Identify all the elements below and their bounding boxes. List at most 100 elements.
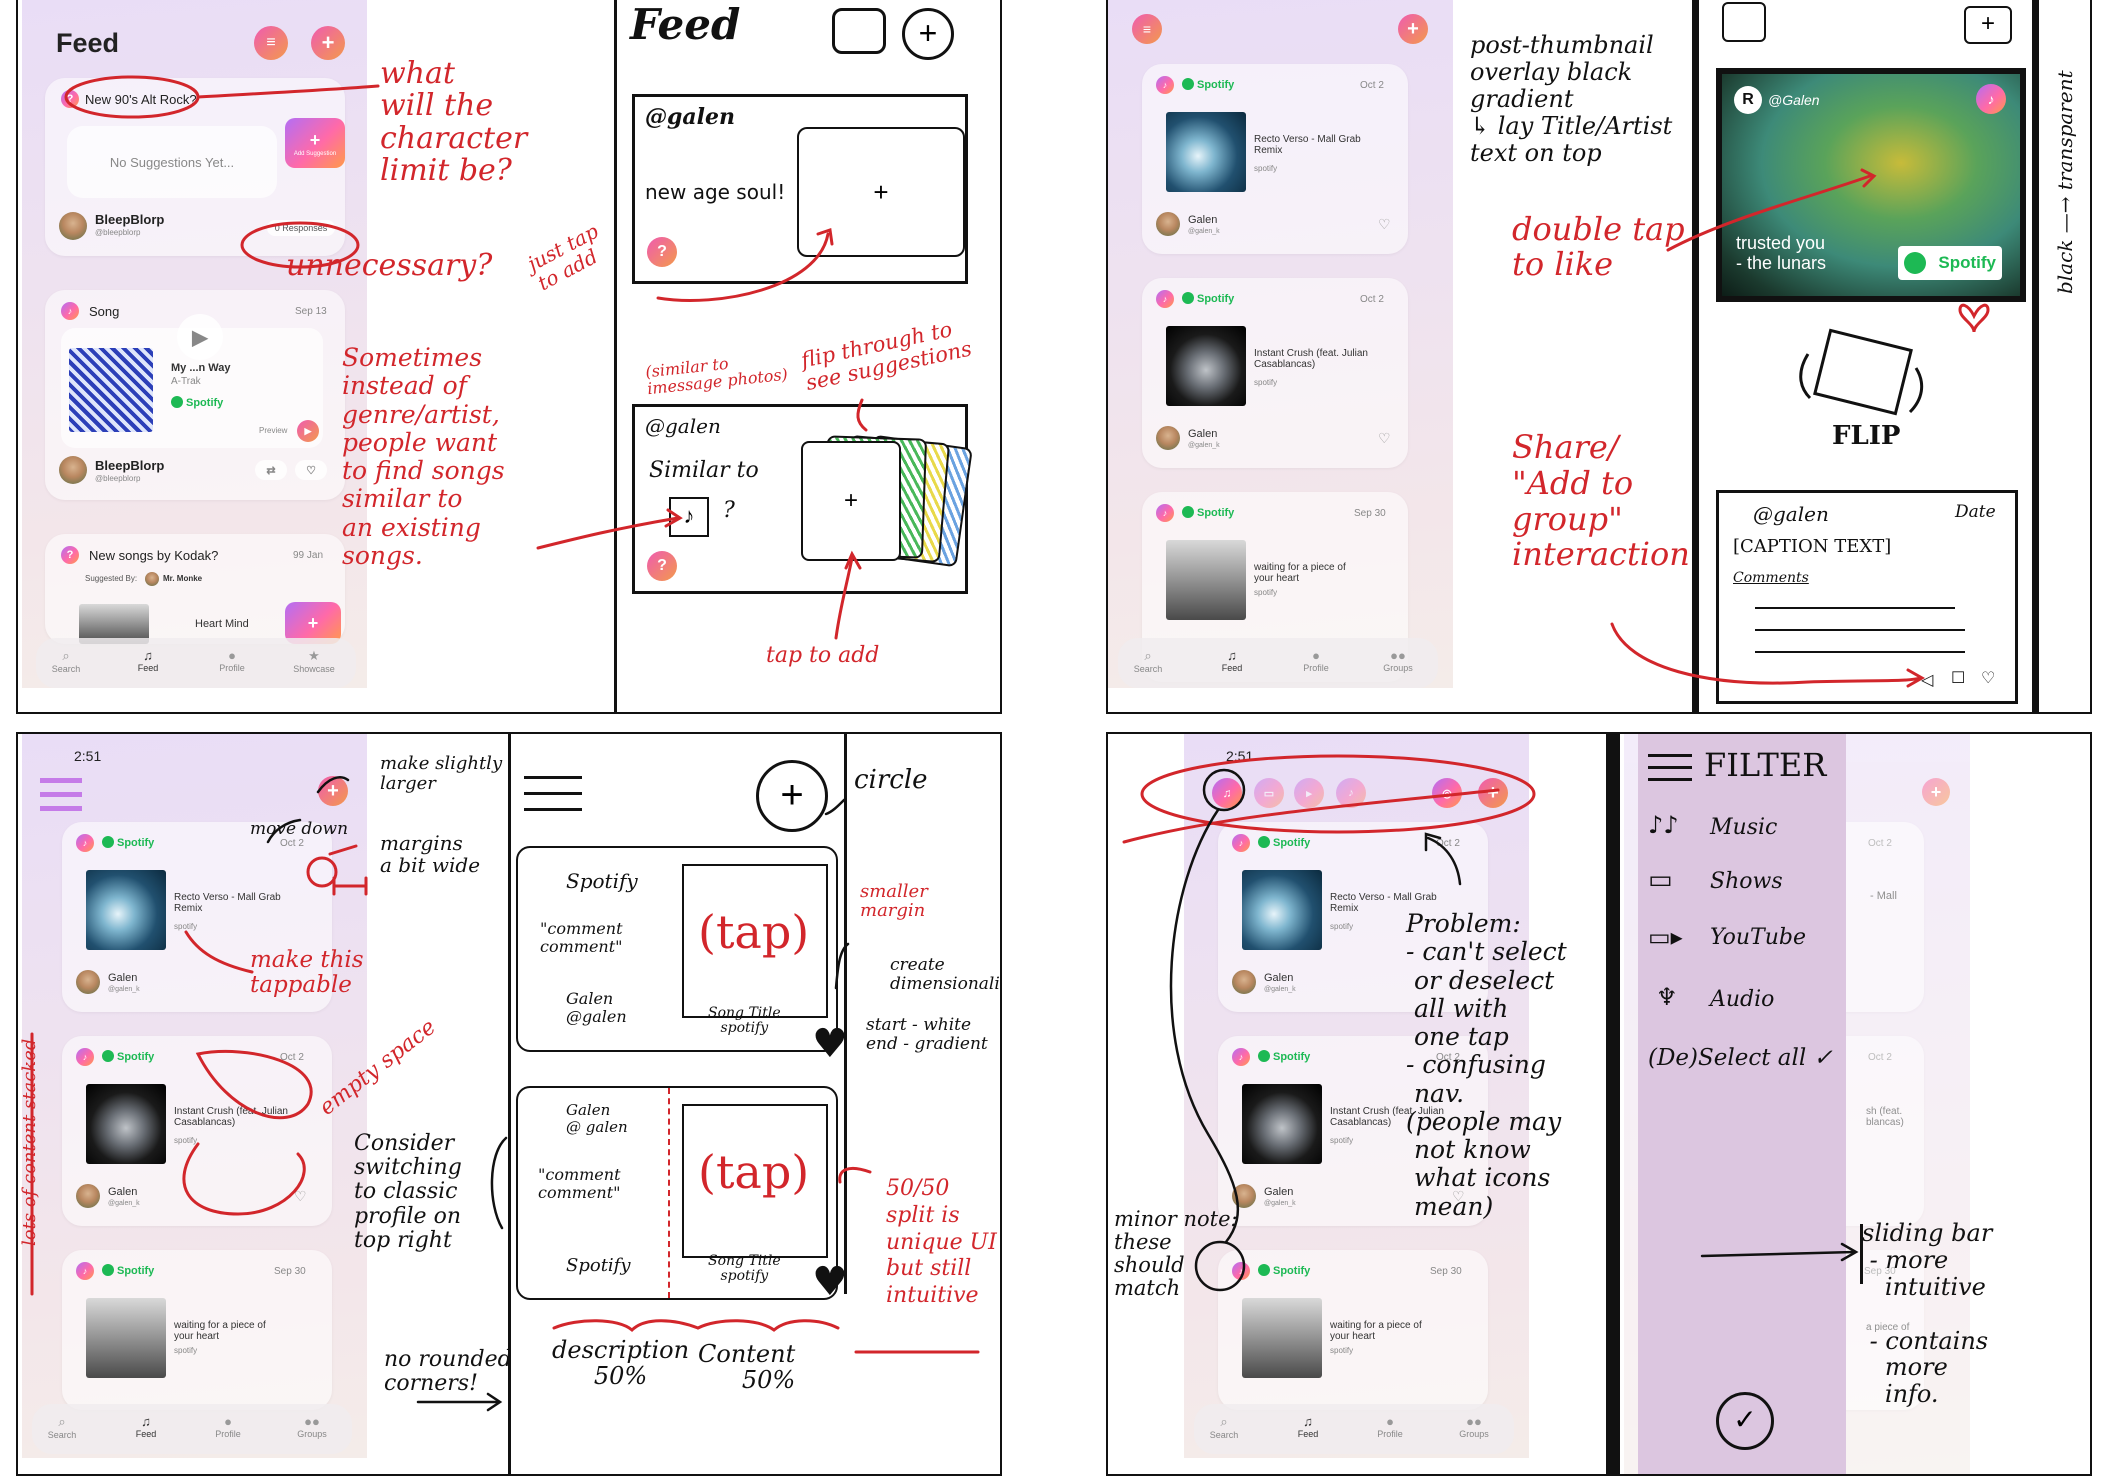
song-title: Recto Verso - Mall Grab Remix [1254, 134, 1361, 156]
select-all-icon[interactable]: ◎ [1432, 778, 1462, 808]
filter-option-music[interactable]: Music [1710, 815, 1777, 840]
spotify-icon [1904, 252, 1926, 274]
video-filter-icon[interactable]: ▸ [1294, 778, 1324, 808]
share-icon[interactable]: ◁ [1921, 671, 1933, 689]
person-icon: ● [228, 648, 236, 663]
tab-showcase[interactable]: ★ Showcase [284, 648, 344, 674]
add-button[interactable]: + [1478, 778, 1508, 808]
add-suggestion-button[interactable]: + Add Suggestion [285, 118, 345, 168]
heart-icon[interactable]: ♡ [1378, 430, 1391, 447]
filter-icon[interactable] [40, 778, 82, 812]
sketch-filter-icon [832, 8, 886, 54]
add-button[interactable]: + [318, 776, 348, 806]
tab-feed[interactable]: ♫ Feed [116, 1414, 176, 1439]
sketch-line [1755, 629, 1965, 631]
question-icon: ? [647, 551, 677, 581]
sketch-add-box[interactable]: + [801, 441, 901, 561]
tab-profile[interactable]: ● Profile [1286, 648, 1346, 673]
note-black-transparent: black —→ transparent [2053, 70, 2077, 294]
heart-icon[interactable]: ♡ [1981, 669, 1995, 687]
user-name: Galen [1188, 214, 1218, 226]
person-icon: ● [224, 1414, 232, 1429]
filter-option-youtube[interactable]: YouTube [1710, 925, 1806, 950]
tab-profile[interactable]: ● Profile [198, 1414, 258, 1439]
responses-badge[interactable]: 0 Responses [267, 220, 335, 236]
add-button[interactable]: + [311, 26, 345, 60]
user-name: Galen [1264, 1186, 1294, 1198]
note-minor: minor note: these should match [1114, 1207, 1238, 1301]
sketch-add-box[interactable]: + [797, 127, 965, 257]
avatar [1156, 212, 1180, 236]
sketch-divider [2032, 0, 2039, 712]
filter-option-shows[interactable]: Shows [1710, 869, 1783, 894]
tab-feed[interactable]: ♫ Feed [1202, 648, 1262, 673]
shows-filter-icon[interactable]: ▭ [1254, 778, 1284, 808]
brace-mark [696, 1319, 840, 1332]
sketch-comment: "comment comment" [540, 919, 623, 956]
song-post-card: ♪ Spotify Sep 30 waiting for a piece of … [62, 1250, 332, 1410]
song-title: - Mall [1870, 890, 1897, 902]
feed-icon: ♫ [1227, 648, 1237, 663]
group-icon: ●● [1390, 648, 1406, 663]
filter-select-all[interactable]: (De)Select all ✓ [1648, 1045, 1833, 1071]
post-date: Oct 2 [280, 838, 304, 849]
sketch-divider [844, 734, 847, 1294]
spotify-badge: Spotify [1258, 836, 1310, 849]
avatar [76, 1184, 100, 1208]
user-handle: @galen_k [1264, 986, 1296, 993]
add-suggestion-label: Add Suggestion [293, 150, 337, 157]
heart-icon[interactable]: ♡ [1378, 216, 1391, 233]
sketch-date: Date [1955, 502, 1996, 522]
tab-search[interactable]: ⌕ Search [36, 648, 96, 674]
heart-icon[interactable]: ♡ [294, 1188, 307, 1205]
filter-button[interactable]: ≡ [254, 26, 288, 60]
tab-groups[interactable]: ●● Groups [1444, 1414, 1504, 1439]
sketch-song-title: Song Title spotify [708, 1005, 781, 1037]
preview-play-button[interactable]: ▶ [297, 420, 319, 442]
repost-button[interactable]: ⇄ [255, 460, 287, 480]
phone-screenshot: Feed ≡ + ? New 90's Alt Rock? No Suggest… [22, 0, 367, 688]
heart-icon: ♥ [812, 1021, 848, 1067]
add-button: + [1922, 778, 1950, 806]
request-title: New 90's Alt Rock? [85, 92, 197, 107]
filter-button[interactable]: ≡ [1132, 14, 1162, 44]
filter-option-audio[interactable]: Audio [1710, 987, 1774, 1012]
post-date: Oct 2 [1360, 80, 1384, 91]
heart-icon: ♥ [812, 1259, 848, 1305]
sketch-content-box[interactable]: (tap) [682, 864, 828, 1018]
spotify-badge: Spotify [102, 836, 154, 849]
tab-search[interactable]: ⌕ Search [1118, 648, 1178, 674]
like-button[interactable]: ♡ [295, 460, 327, 480]
tab-search[interactable]: ⌕ Search [1194, 1414, 1254, 1440]
post-date: Sep 30 [1354, 508, 1386, 519]
tab-profile[interactable]: ● Profile [1360, 1414, 1420, 1439]
tab-search[interactable]: ⌕ Search [32, 1414, 92, 1440]
note-smaller-margin: smaller margin [860, 881, 928, 922]
tab-feed[interactable]: ♫ Feed [118, 648, 178, 673]
sketch-song-title: Song Title spotify [708, 1253, 781, 1285]
play-button[interactable]: ▶ [177, 314, 223, 360]
panel-feed-review: Feed ≡ + ? New 90's Alt Rock? No Suggest… [16, 0, 1002, 714]
audio-filter-icon[interactable]: ♪ [1336, 778, 1366, 808]
tab-groups[interactable]: ●● Groups [282, 1414, 342, 1439]
note-post-thumbnail: post-thumbnail overlay black gradient ↳ … [1470, 31, 1673, 167]
music-filter-icon[interactable]: ♫ [1212, 778, 1242, 808]
add-button[interactable]: + [1398, 14, 1428, 44]
song-post-card: ♪ Spotify Oct 2 Instant Crush (feat. Jul… [1142, 278, 1408, 468]
tab-feed[interactable]: ♫ Feed [1278, 1414, 1338, 1439]
tab-profile[interactable]: ● Profile [202, 648, 262, 673]
confirm-check-button[interactable]: ✓ [1716, 1392, 1774, 1450]
search-icon: ⌕ [58, 1414, 66, 1429]
sketch-filter-icon [1722, 2, 1766, 42]
sketch-thumbnail-post[interactable]: R @Galen ♪ trusted you - the lunars Spot… [1716, 68, 2026, 302]
post-date: Sep 30 [1430, 1266, 1462, 1277]
spotify-badge: Spotify [171, 396, 223, 409]
album-art [1166, 540, 1246, 620]
user-name: BleepBlorp [95, 458, 165, 473]
comment-icon[interactable]: ☐ [1951, 669, 1965, 687]
song-title: waiting for a piece of your heart [174, 1320, 266, 1342]
phone-screenshot: 2:51 + ♪ Spotify Oct 2 Recto Verso - Mal… [22, 734, 367, 1458]
sketch-content-box[interactable]: (tap) [682, 1104, 828, 1258]
preview-label: Preview [259, 426, 288, 435]
tab-groups[interactable]: ●● Groups [1368, 648, 1428, 673]
